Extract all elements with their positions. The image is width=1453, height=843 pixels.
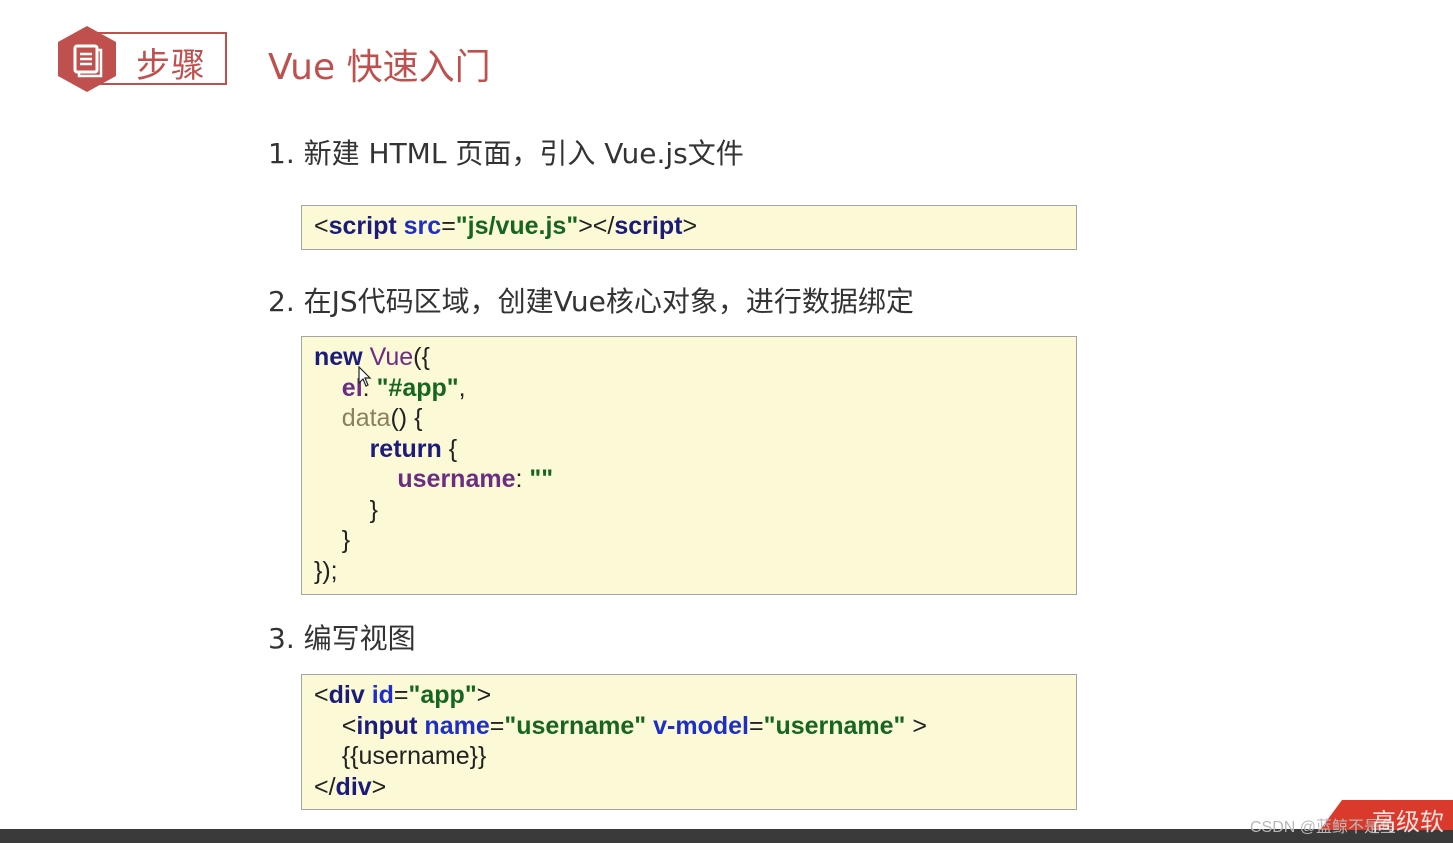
code-block-3: <div id="app"> <input name="username" v-… (301, 674, 1077, 810)
bottom-bar (0, 829, 1453, 843)
code-line: } (314, 495, 1064, 526)
code-token: () { (390, 404, 423, 432)
mouse-cursor-icon (358, 366, 372, 387)
code-token: </ (314, 772, 336, 801)
code-token: src (403, 212, 442, 240)
code-block-1: <script src="js/vue.js"></script> (301, 205, 1077, 250)
code-token: return (369, 434, 442, 463)
code-token: "app" (408, 681, 477, 709)
page-title: Vue 快速入门 (268, 47, 491, 88)
code-line: username: "" (314, 464, 1064, 495)
code-line: } (314, 525, 1064, 556)
badge-label: 步骤 (136, 46, 206, 86)
code-token: ></ (578, 212, 615, 240)
code-token: < (314, 711, 357, 740)
code-line: <input name="username" v-model="username… (314, 711, 1064, 742)
code-token: {{username}} (314, 742, 487, 770)
code-token: , (458, 373, 466, 402)
code-token: username (397, 465, 516, 493)
watermark-seal: 高级软 (1372, 808, 1444, 836)
code-token: > (905, 711, 927, 740)
code-token: : (515, 465, 530, 493)
code-line: new Vue({ (314, 342, 1064, 373)
code-line: return { (314, 434, 1064, 465)
code-token: = (748, 711, 764, 740)
code-token: input (356, 711, 425, 740)
code-token: < (314, 681, 329, 709)
step-3-label: 3. 编写视图 (268, 622, 416, 655)
code-line: <div id="app"> (314, 680, 1064, 711)
code-token: }); (314, 556, 338, 585)
code-token: "#app" (376, 373, 459, 402)
code-token: < (314, 212, 329, 240)
code-token: Vue (369, 343, 414, 371)
code-token: div (328, 681, 372, 709)
code-token: > (371, 772, 387, 801)
code-token: name (424, 711, 490, 740)
code-token: "js/vue.js" (455, 212, 579, 240)
code-token: script (614, 212, 683, 240)
code-line: el: "#app", (314, 373, 1064, 404)
step-1-label: 1. 新建 HTML 页面，引入 Vue.js文件 (268, 137, 744, 170)
code-token: { (441, 434, 458, 463)
code-token: } (314, 495, 378, 524)
code-token: = (489, 711, 505, 740)
code-token: ({ (413, 343, 430, 371)
code-token: script (328, 212, 404, 240)
code-token: data (341, 404, 391, 432)
code-token: > (476, 681, 492, 709)
code-token: id (371, 681, 394, 709)
code-line: <script src="js/vue.js"></script> (314, 211, 1064, 242)
code-token: = (441, 212, 456, 240)
code-line: }); (314, 556, 1064, 587)
code-token: = (393, 681, 409, 709)
code-line: {{username}} (314, 741, 1064, 772)
code-token: "" (529, 465, 554, 493)
code-line: data() { (314, 403, 1064, 434)
code-token: div (335, 772, 372, 801)
code-token: v-model (653, 711, 749, 740)
code-token: > (682, 212, 698, 240)
step-2-label: 2. 在JS代码区域，创建Vue核心对象，进行数据绑定 (268, 285, 914, 318)
code-token: } (314, 526, 351, 554)
document-icon (58, 26, 116, 92)
code-block-2: new Vue({ el: "#app", data() { return { … (301, 336, 1077, 595)
code-token: "username" (763, 711, 906, 740)
section-badge: 步骤 (58, 26, 229, 92)
code-line: </div> (314, 772, 1064, 803)
code-token: "username" (504, 711, 647, 740)
